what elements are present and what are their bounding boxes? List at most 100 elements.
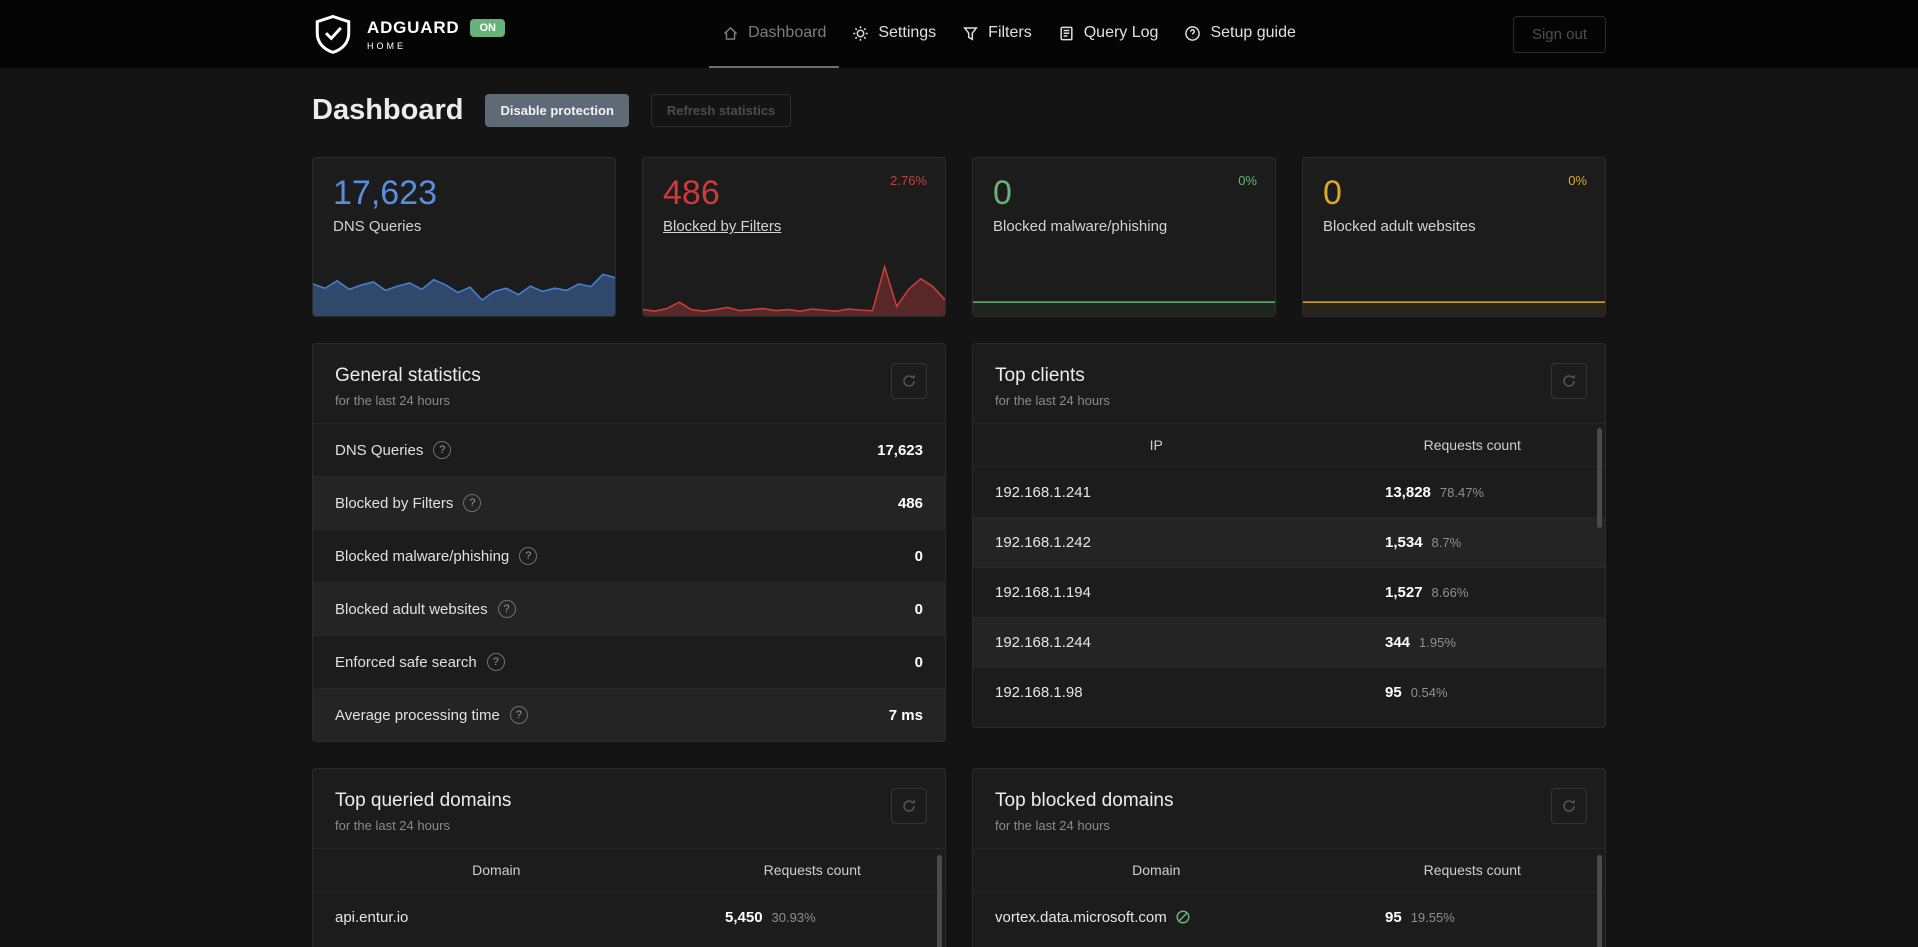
stat-row-blocked-filters: Blocked by Filters 486	[313, 476, 945, 529]
stat-card-dns-queries: 17,623 DNS Queries	[312, 157, 616, 317]
domain-link[interactable]: api.entur.io	[335, 909, 725, 926]
client-ip-link[interactable]: 192.168.1.98	[995, 684, 1385, 701]
top-queried-domains-header: Domain Requests count	[313, 848, 945, 892]
stat-row-label: Blocked malware/phishing	[335, 547, 510, 565]
question-icon[interactable]	[486, 653, 505, 671]
client-ip-link[interactable]: 192.168.1.194	[995, 584, 1385, 601]
client-ip-link[interactable]: 192.168.1.241	[995, 484, 1385, 501]
stat-row-safe-search: Enforced safe search 0	[313, 635, 945, 688]
nav-item-dashboard[interactable]: Dashboard	[709, 0, 840, 68]
stat-card-blocked-adult: 0 Blocked adult websites 0%	[1302, 157, 1606, 317]
requests-percent: 0.54%	[1410, 685, 1448, 700]
blocked-domain-icon	[1175, 909, 1191, 925]
blocked-malware-value: 0	[993, 174, 1012, 212]
top-clients-refresh-button[interactable]	[1551, 363, 1587, 399]
requests-count: 344	[1385, 634, 1411, 651]
general-statistics-panel: General statistics for the last 24 hours…	[312, 343, 946, 742]
refresh-icon	[1561, 373, 1577, 389]
nav-item-setup-guide[interactable]: Setup guide	[1171, 0, 1308, 68]
top-clients-rows: 192.168.1.241 13,828 78.47% 192.168.1.242…	[973, 467, 1605, 727]
scrollbar-thumb[interactable]	[1597, 855, 1602, 947]
blocked-filters-percent: 2.76%	[890, 173, 927, 188]
nav-label-filters: Filters	[988, 24, 1032, 41]
client-ip-link[interactable]: 192.168.1.244	[995, 634, 1385, 651]
stat-row-label: Blocked by Filters	[335, 494, 454, 512]
column-header-requests-count: Requests count	[1423, 437, 1521, 453]
requests-count: 1,534	[1385, 534, 1423, 551]
disable-protection-button[interactable]: Disable protection	[485, 94, 629, 127]
blocked-filters-value: 486	[663, 174, 720, 212]
nav-item-filters[interactable]: Filters	[949, 0, 1045, 68]
page-title: Dashboard	[312, 94, 464, 126]
blocked-adult-sparkline	[1303, 258, 1605, 316]
stat-card-blocked-malware: 0 Blocked malware/phishing 0%	[972, 157, 1276, 317]
stat-card-blocked-filters: 486 Blocked by Filters 2.76%	[642, 157, 946, 317]
stat-row-blocked-malware: Blocked malware/phishing 0	[313, 529, 945, 582]
dashboard-page: Dashboard Disable protection Refresh sta…	[312, 68, 1606, 947]
requests-percent: 8.66%	[1431, 585, 1469, 600]
nav-label-dashboard: Dashboard	[748, 24, 827, 41]
requests-count: 95	[1385, 684, 1402, 701]
column-header-domain: Domain	[472, 862, 521, 878]
stat-row-blocked-adult: Blocked adult websites 0	[313, 582, 945, 635]
question-icon[interactable]	[509, 706, 528, 724]
nav-label-setup-guide: Setup guide	[1210, 24, 1296, 41]
dns-queries-label: DNS Queries	[333, 218, 422, 236]
top-blocked-domains-refresh-button[interactable]	[1551, 788, 1587, 824]
blocked-filters-link[interactable]: Blocked by Filters	[663, 218, 781, 235]
top-blocked-domains-panel: Top blocked domains for the last 24 hour…	[972, 768, 1606, 947]
top-queried-domains-panel: Top queried domains for the last 24 hour…	[312, 768, 946, 947]
general-statistics-table: DNS Queries 17,623 Blocked by Filters 48…	[313, 423, 945, 741]
domain-row: api.entur.io 5,450 30.93%	[313, 892, 945, 942]
stat-row-label: Average processing time	[335, 706, 500, 724]
question-icon[interactable]	[497, 600, 516, 618]
blocked-adult-label: Blocked adult websites	[1323, 218, 1476, 236]
question-icon[interactable]	[433, 441, 452, 459]
question-icon[interactable]	[463, 494, 482, 512]
column-header-domain: Domain	[1132, 862, 1181, 878]
question-icon[interactable]	[519, 547, 538, 565]
scrollbar-thumb[interactable]	[1597, 428, 1602, 528]
filter-funnel-icon	[962, 25, 979, 42]
requests-percent: 78.47%	[1439, 484, 1484, 500]
blocked-adult-percent: 0%	[1568, 173, 1587, 188]
refresh-statistics-button[interactable]: Refresh statistics	[650, 94, 792, 127]
nav-item-settings[interactable]: Settings	[839, 0, 949, 68]
client-row: 192.168.1.244 344 1.95%	[973, 617, 1605, 667]
client-row: 192.168.1.194 1,527 8.66%	[973, 567, 1605, 617]
top-queried-domains-subtitle: for the last 24 hours	[335, 818, 450, 833]
stat-row-value: 7 ms	[888, 706, 923, 724]
stat-row-value: 17,623	[877, 441, 923, 459]
domain-text: vortex.data.microsoft.com	[995, 908, 1167, 926]
help-circle-icon	[1184, 25, 1201, 42]
stat-row-label: DNS Queries	[335, 441, 424, 459]
nav-item-query-log[interactable]: Query Log	[1045, 0, 1172, 68]
dns-queries-value: 17,623	[333, 174, 437, 212]
general-statistics-refresh-button[interactable]	[891, 363, 927, 399]
blocked-malware-percent: 0%	[1238, 173, 1257, 188]
top-queried-domains-title: Top queried domains	[335, 790, 512, 811]
sign-out-button[interactable]: Sign out	[1512, 15, 1606, 53]
client-ip-link[interactable]: 192.168.1.242	[995, 534, 1385, 551]
top-clients-title: Top clients	[995, 365, 1085, 386]
column-header-requests-count: Requests count	[763, 862, 861, 878]
top-queried-domains-rows: api.entur.io 5,450 30.93%	[313, 892, 945, 942]
requests-percent: 30.93%	[771, 909, 816, 925]
query-log-icon	[1058, 25, 1075, 42]
column-header-ip: IP	[1149, 437, 1163, 453]
adguard-logo[interactable]: ADGUARD ON HOME	[312, 13, 505, 55]
blocked-filters-sparkline	[643, 258, 945, 316]
top-clients-subtitle: for the last 24 hours	[995, 393, 1110, 408]
scrollbar-thumb[interactable]	[937, 855, 942, 947]
domain-row: vortex.data.microsoft.com 95 19.55%	[973, 892, 1605, 942]
stat-row-value: 486	[897, 494, 923, 512]
requests-percent: 8.7%	[1431, 535, 1462, 550]
domain-link[interactable]: vortex.data.microsoft.com	[995, 909, 1385, 926]
top-clients-panel: Top clients for the last 24 hours IP Req…	[972, 343, 1606, 728]
client-row: 192.168.1.241 13,828 78.47%	[973, 467, 1605, 517]
stat-row-value: 0	[914, 547, 923, 565]
stat-row-label: Blocked adult websites	[335, 600, 488, 618]
top-queried-domains-refresh-button[interactable]	[891, 788, 927, 824]
stat-cards: 17,623 DNS Queries 486 Blocked by Filter…	[312, 157, 1606, 317]
blocked-malware-label: Blocked malware/phishing	[993, 218, 1168, 236]
